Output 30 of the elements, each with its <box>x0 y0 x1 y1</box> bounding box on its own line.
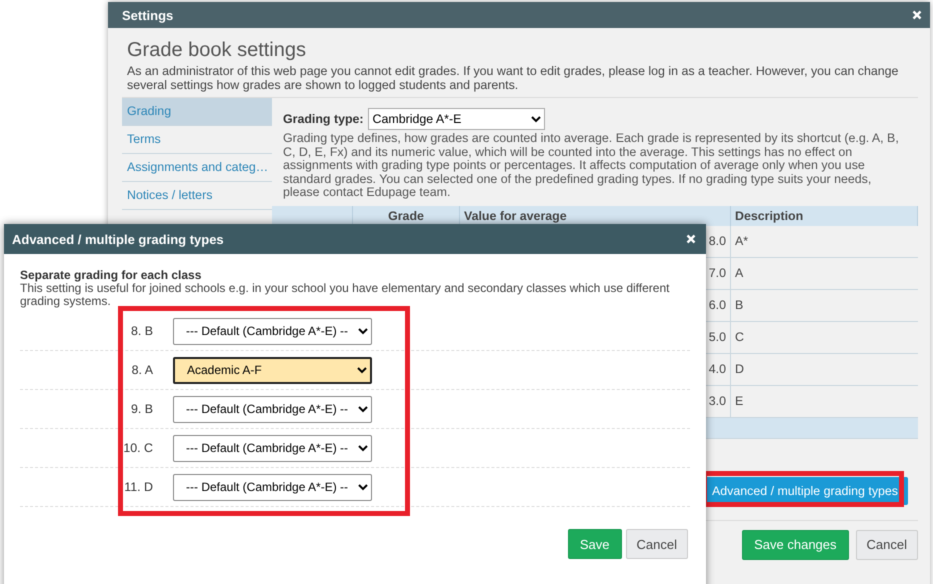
section-heading: Separate grading for each class <box>20 268 202 282</box>
cancel-button[interactable]: Cancel <box>856 530 918 560</box>
column-header: Description <box>730 206 918 226</box>
grading-type-label: Grading type: <box>283 112 364 126</box>
close-icon[interactable] <box>686 234 696 244</box>
grading-type-help: Grading type defines, how grades are counted into average. Each grade is represented by its shortcut (e.g. A, B, C, D, E, Fx) and its numeric value, which will be counted into the average. This settings has no effect on assignments with grading type points or percentages. It affects computation of average only when you use standard grades. You can selected one of the predefined grading types. If no grading type suits your needs, please contact Edupage team. <box>282 132 900 200</box>
class-label: 8. B <box>130 324 153 338</box>
column-header: Value for average <box>460 206 730 226</box>
class-grading-select[interactable]: --- Default (Cambridge A*-E) -- <box>173 474 372 500</box>
dialog-title: Advanced / multiple grading types <box>12 232 224 246</box>
table-cell: A <box>730 257 918 289</box>
window-title: Settings <box>122 8 174 22</box>
class-grading-select[interactable]: Academic A-F <box>173 356 372 384</box>
class-label: 9. B <box>130 402 153 416</box>
close-icon[interactable] <box>912 10 922 20</box>
grading-type-select[interactable]: Cambridge A*-E <box>368 108 545 130</box>
cancel-button[interactable]: Cancel <box>626 529 688 559</box>
table-cell: E <box>730 385 918 417</box>
class-label: 10. C <box>122 441 153 455</box>
table-cell: B <box>730 289 918 321</box>
page-heading: Grade book settings <box>126 38 307 62</box>
class-label: 8. A <box>130 363 153 377</box>
class-grading-select[interactable]: --- Default (Cambridge A*-E) -- <box>173 396 372 422</box>
table-cell: C <box>730 321 918 353</box>
table-cell: A* <box>730 226 918 257</box>
column-header: Grade <box>352 206 460 226</box>
table-cell: D <box>730 353 918 385</box>
class-grading-select[interactable]: --- Default (Cambridge A*-E) -- <box>173 434 372 462</box>
class-grading-select[interactable]: --- Default (Cambridge A*-E) -- <box>173 318 372 344</box>
class-label: 11. D <box>123 480 153 494</box>
